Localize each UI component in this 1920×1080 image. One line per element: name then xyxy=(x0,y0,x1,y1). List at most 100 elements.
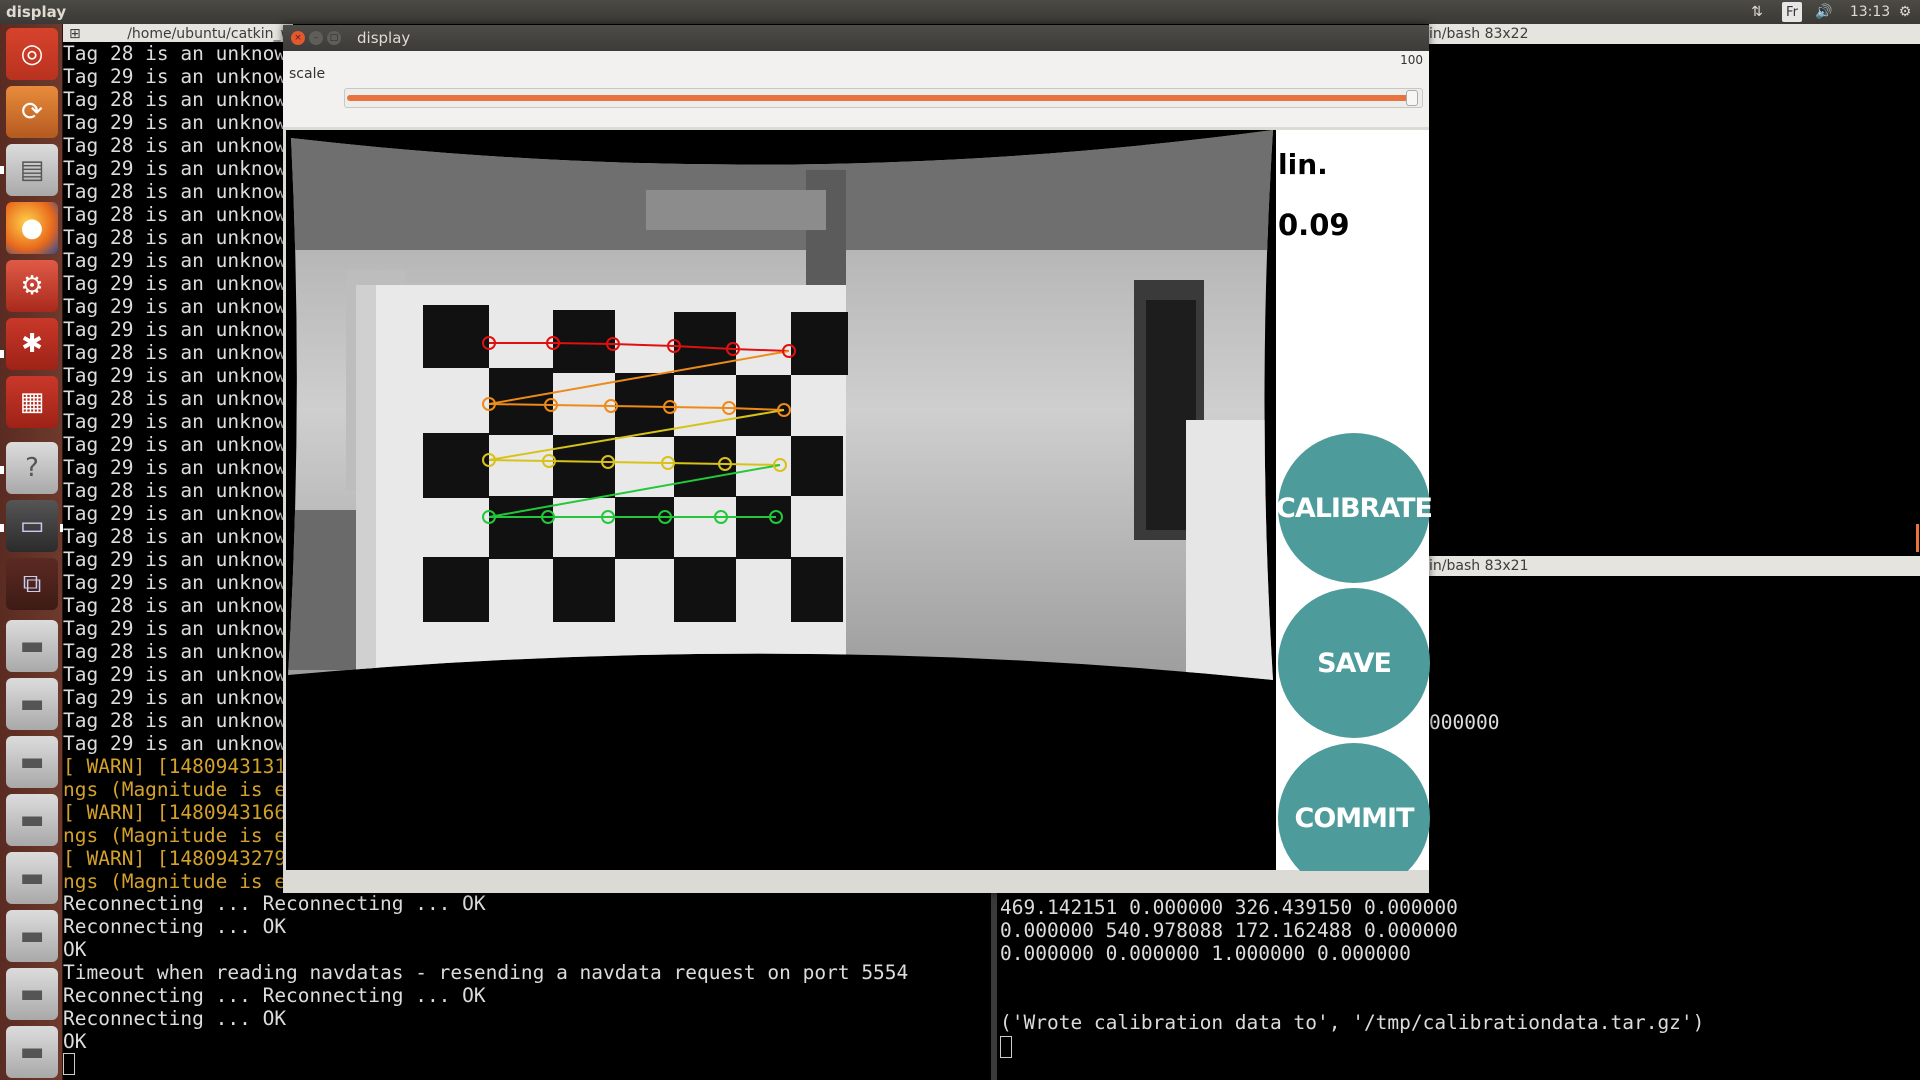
drive-icon[interactable]: ▬ xyxy=(6,678,58,730)
terminal-right-bottom-titlebar[interactable]: in/bash 83x21 xyxy=(1429,556,1920,576)
terminal-line: Tag 29 is an unknown xyxy=(63,111,283,134)
help-icon[interactable]: ? xyxy=(6,442,58,494)
terminal-line: Tag 28 is an unknown xyxy=(63,387,283,410)
terminal-right-bottom-output[interactable]: 000000 xyxy=(1429,576,1920,892)
terminal-warn-line: ngs (Magnitude is ex xyxy=(63,778,283,801)
terminal-line: Tag 28 is an unknown xyxy=(63,525,283,548)
terminal-warn-line: ngs (Magnitude is ex xyxy=(63,870,283,892)
terminal-right-top-output[interactable] xyxy=(1429,44,1920,552)
drive-icon[interactable]: ▬ xyxy=(6,736,58,788)
close-icon[interactable]: × xyxy=(291,31,305,45)
keyboard-layout-indicator[interactable]: Fr xyxy=(1782,2,1802,22)
terminal-line: Reconnecting ... Reconnecting ... OK xyxy=(63,892,486,915)
terminal-line: Tag 29 is an unknown xyxy=(63,663,283,686)
terminal-line: Tag 29 is an unknown xyxy=(63,410,283,433)
network-icon[interactable]: ⇅ xyxy=(1747,2,1767,22)
terminal-icon[interactable]: ⧉ xyxy=(6,558,58,610)
terminal-cursor xyxy=(1000,1036,1012,1058)
display-window-titlebar[interactable]: × – □ display xyxy=(283,25,1429,51)
terminal-line: Tag 29 is an unknown xyxy=(63,272,283,295)
terminal-line: Tag 29 is an unknown xyxy=(63,318,283,341)
display-window-statusbar xyxy=(283,871,1429,893)
terminal-line: Tag 29 is an unknown xyxy=(63,433,283,456)
terminal-line: Tag 29 is an unknown xyxy=(63,571,283,594)
camera-view[interactable] xyxy=(286,130,1276,870)
terminal-left-titlebar[interactable]: ⊞ /home/ubuntu/catkin_w xyxy=(63,24,293,44)
lin-value: 0.09 xyxy=(1278,208,1350,242)
terminal-line: Tag 29 is an unknown xyxy=(63,617,283,640)
terminal-line: Reconnecting ... Reconnecting ... OK xyxy=(63,984,486,1007)
terminal-warn-line: [ WARN] [1480943166. xyxy=(63,801,283,824)
terminal-line: Tag 28 is an unknown xyxy=(63,180,283,203)
terminal-line: Timeout when reading navdatas - resendin… xyxy=(63,961,909,984)
terminal-line: Reconnecting ... OK xyxy=(63,915,287,938)
terminal-scroll-marker xyxy=(1916,524,1919,552)
clock[interactable]: 13:13 xyxy=(1850,2,1890,22)
terminal-left-output-bottom[interactable]: Reconnecting ... Reconnecting ... OK Reco… xyxy=(63,892,993,1080)
terminal-line: Tag 29 is an unknown xyxy=(63,548,283,571)
terminal-line: Tag 28 is an unknown xyxy=(63,88,283,111)
terminal-line: Tag 28 is an unknown xyxy=(63,479,283,502)
drive-icon[interactable]: ▬ xyxy=(6,620,58,672)
scale-slider[interactable] xyxy=(344,88,1423,108)
camera-image xyxy=(288,130,1273,680)
system-settings-icon[interactable]: ⚙ xyxy=(6,260,58,312)
calibration-panel: lin. 0.09 CALIBRATE SAVE COMMIT xyxy=(1276,130,1433,893)
running-indicator xyxy=(0,466,4,474)
terminal-line: OK xyxy=(63,1030,87,1053)
save-button[interactable]: SAVE xyxy=(1278,588,1430,738)
gear-icon[interactable]: ⚙ xyxy=(1894,2,1916,22)
drive-icon[interactable]: ▬ xyxy=(6,794,58,846)
drive-icon[interactable]: ▬ xyxy=(6,910,58,962)
lin-label: lin. xyxy=(1278,148,1328,181)
rviz-icon[interactable]: ✱ xyxy=(6,318,58,370)
terminal-warn-line: ngs (Magnitude is ex xyxy=(63,824,283,847)
terminal-line: Tag 28 is an unknown xyxy=(63,709,283,732)
terminal-line: Tag 29 is an unknown xyxy=(63,65,283,88)
terminal-line: Tag 28 is an unknown xyxy=(63,226,283,249)
display-window: × – □ display scale 100 lin. 0.09 CALIBR… xyxy=(283,25,1433,893)
minimize-icon[interactable]: – xyxy=(309,31,323,45)
maximize-icon[interactable]: □ xyxy=(327,31,341,45)
terminal-line: Tag 29 is an unknown xyxy=(63,157,283,180)
workspace-icon[interactable]: ▦ xyxy=(6,376,58,428)
terminal-line: Tag 29 is an unknown xyxy=(63,295,283,318)
volume-icon[interactable]: 🔊 xyxy=(1812,2,1836,22)
drive-icon[interactable]: ▬ xyxy=(6,1026,58,1078)
terminal-right-top-titlebar[interactable]: in/bash 83x22 xyxy=(1429,24,1920,44)
terminal-left-title: /home/ubuntu/catkin_w xyxy=(127,26,292,42)
scale-slider-fill xyxy=(347,95,1412,101)
launcher: ◎ ⟳ ▤ ● ⚙ ✱ ▦ ? ▭ ⧉ ▬ ▬ ▬ ▬ ▬ ▬ ▬ ▬ xyxy=(0,24,64,1080)
terminal-line: Tag 29 is an unknown xyxy=(63,249,283,272)
top-panel: display ⇅ Fr 🔊 13:13 ⚙ xyxy=(0,0,1920,24)
terminal-line: Tag 28 is an unknown xyxy=(63,594,283,617)
ubuntu-dash-icon[interactable]: ◎ xyxy=(6,28,58,80)
wrote-calibration-line: ('Wrote calibration data to', '/tmp/cali… xyxy=(1000,1011,1705,1034)
terminal-line: Tag 28 is an unknown xyxy=(63,341,283,364)
calibrate-button[interactable]: CALIBRATE xyxy=(1276,433,1433,583)
monitor-icon[interactable]: ▭ xyxy=(6,500,58,552)
terminal-line: Tag 29 is an unknown xyxy=(63,364,283,387)
terminal-line: Tag 28 is an unknown xyxy=(63,203,283,226)
firefox-icon[interactable]: ● xyxy=(6,202,58,254)
drive-icon[interactable]: ▬ xyxy=(6,968,58,1020)
terminal-left-output[interactable]: Tag 28 is an unknown Tag 29 is an unknown… xyxy=(63,42,283,892)
files-icon[interactable]: ▤ xyxy=(6,144,58,196)
matrix-line: 469.142151 0.000000 326.439150 0.000000 xyxy=(1000,896,1458,919)
terminal-partial-line: 000000 xyxy=(1429,711,1500,734)
drive-icon[interactable]: ▬ xyxy=(6,852,58,904)
terminal-line: Tag 28 is an unknown xyxy=(63,640,283,663)
terminal-warn-line: [ WARN] [1480943131. xyxy=(63,755,283,778)
terminal-line: Tag 28 is an unknown xyxy=(63,134,283,157)
scale-toolbar: scale 100 xyxy=(283,51,1429,127)
terminal-warn-line: [ WARN] [1480943279. xyxy=(63,847,283,870)
terminal-right-top-title: in/bash 83x22 xyxy=(1429,26,1529,42)
terminal-right-bottom-tail[interactable]: 469.142151 0.000000 326.439150 0.000000 … xyxy=(997,892,1920,1080)
scale-label: scale xyxy=(289,66,326,82)
scale-slider-thumb[interactable] xyxy=(1406,90,1418,106)
running-indicator xyxy=(0,166,4,174)
terminal-line: Tag 29 is an unknown xyxy=(63,732,283,755)
software-updater-icon[interactable]: ⟳ xyxy=(6,86,58,138)
scale-value: 100 xyxy=(1400,53,1423,67)
terminal-cursor xyxy=(63,1053,75,1075)
